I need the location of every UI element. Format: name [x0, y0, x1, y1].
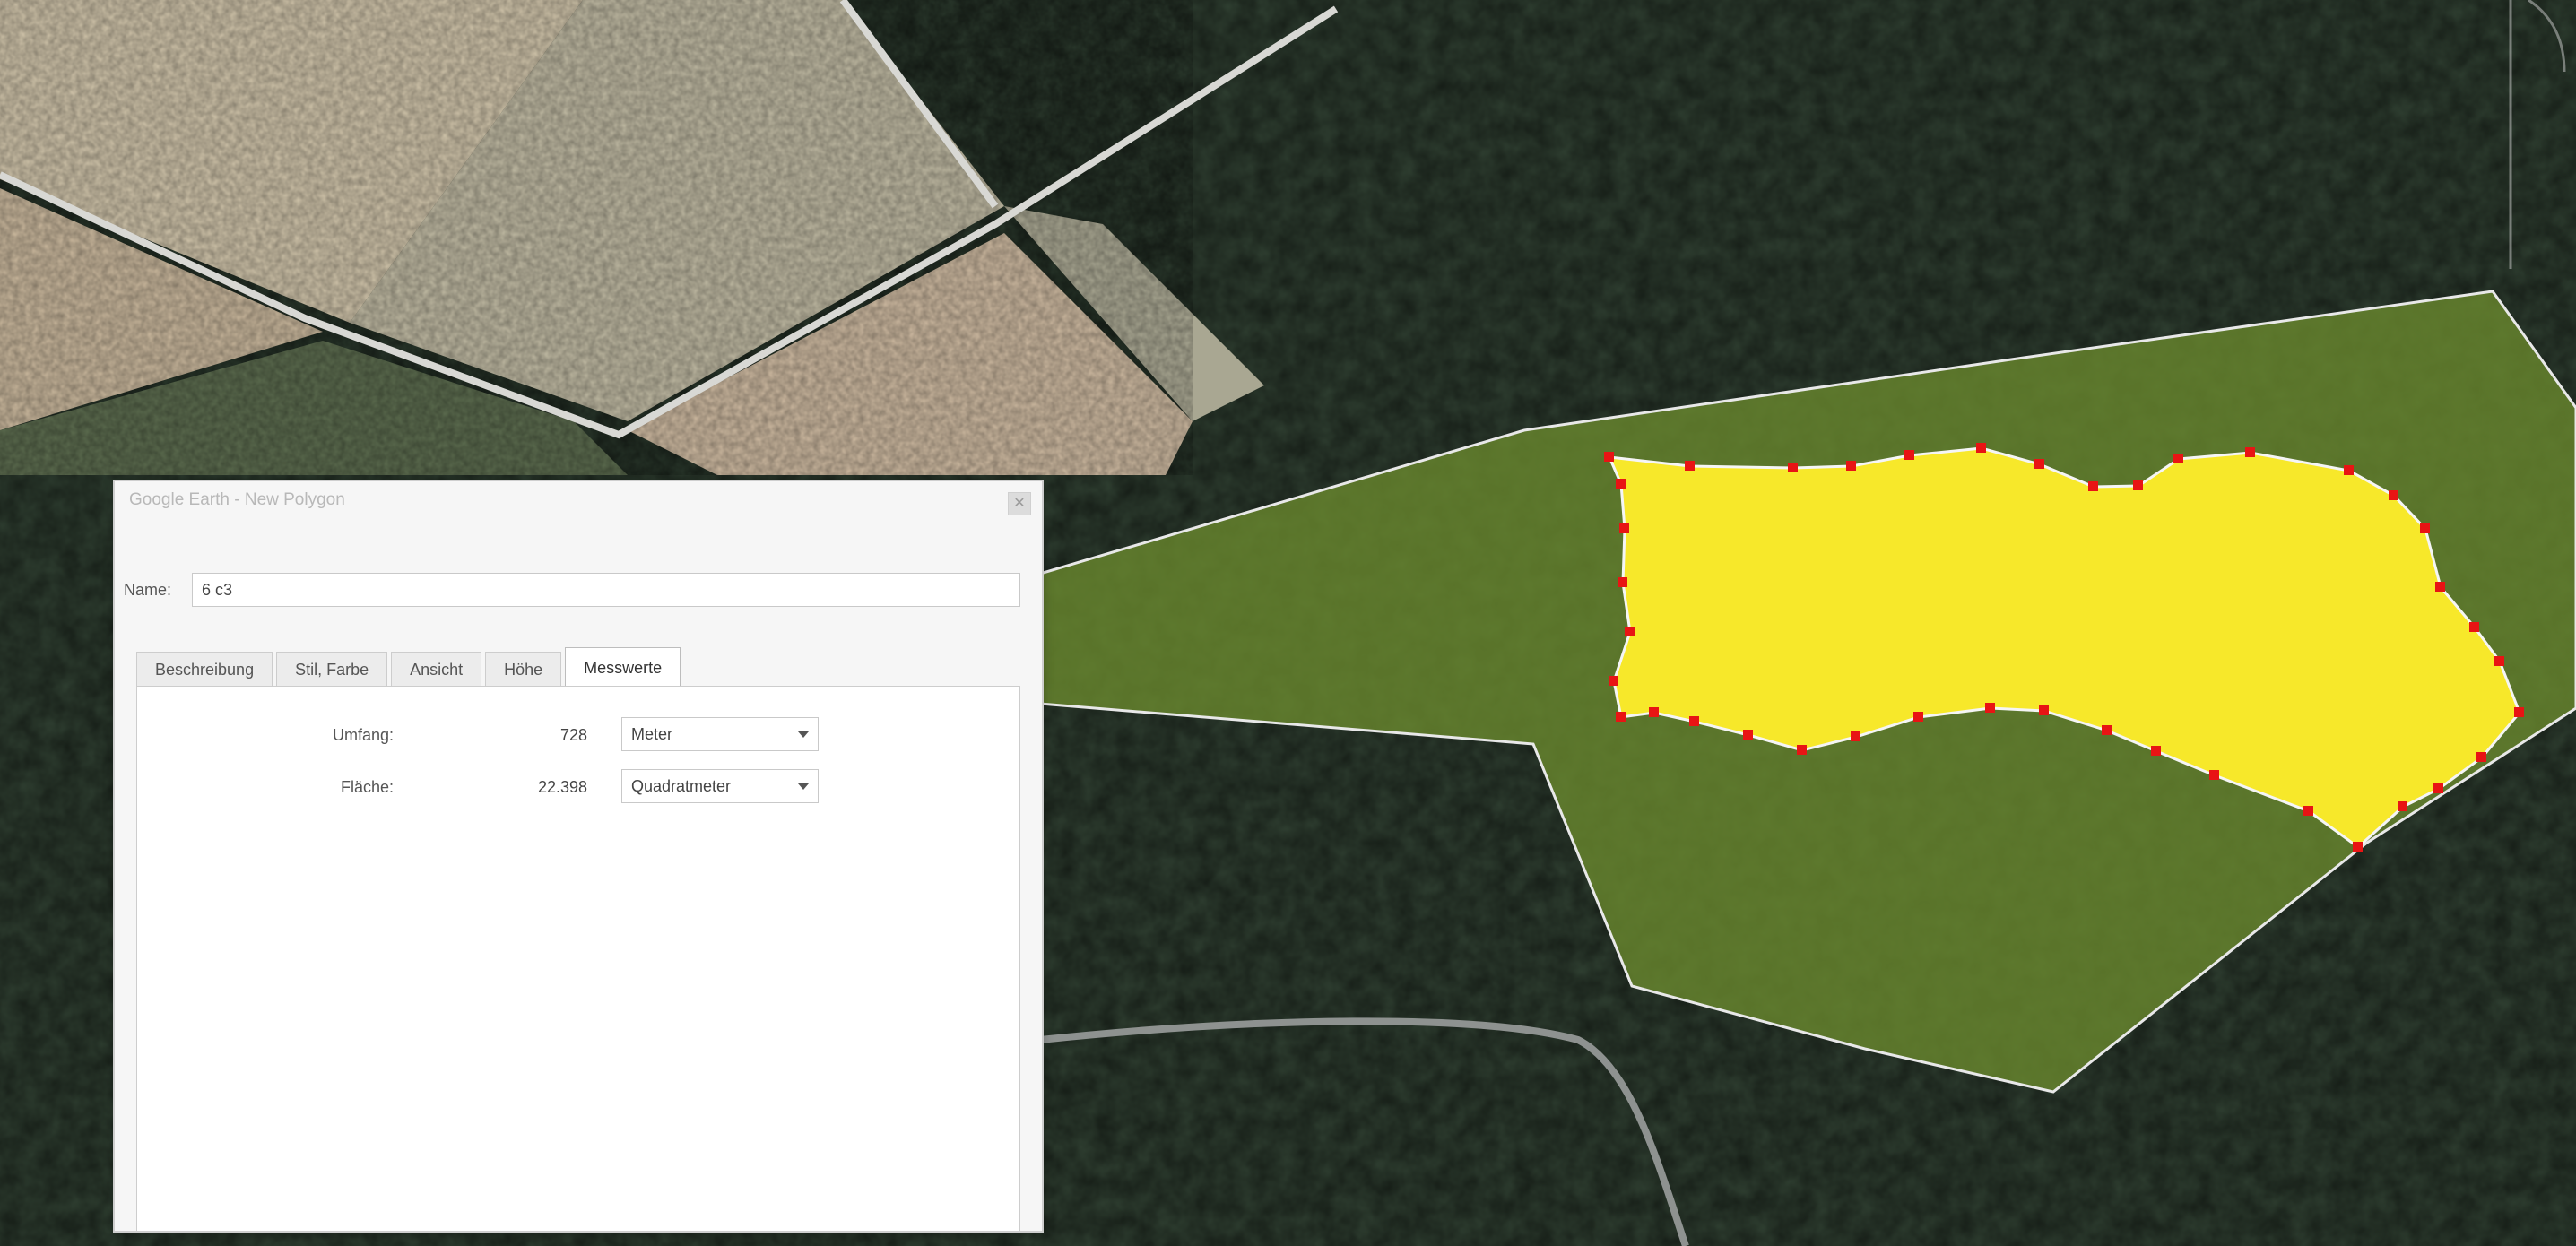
name-label: Name: — [124, 581, 172, 599]
perimeter-row: Umfang: 728 Meter — [137, 717, 1019, 753]
tab-ansicht[interactable]: Ansicht — [391, 652, 482, 686]
area-row: Fläche: 22.398 Quadratmeter — [137, 769, 1019, 805]
perimeter-value: 728 — [559, 726, 587, 744]
tab-stil-farbe[interactable]: Stil, Farbe — [276, 652, 388, 686]
chevron-down-icon — [798, 731, 809, 738]
tab-hoehe[interactable]: Höhe — [485, 652, 562, 686]
close-icon: ✕ — [1013, 496, 1026, 511]
chevron-down-icon — [798, 783, 809, 790]
tab-messwerte[interactable]: Messwerte — [565, 647, 681, 687]
measurements-panel: Umfang: 728 Meter Fläche: 22.398 Quadrat… — [136, 686, 1020, 1231]
area-unit-select[interactable]: Quadratmeter — [621, 769, 819, 803]
perimeter-unit-value: Meter — [631, 725, 673, 743]
dialog-tabs: Beschreibung Stil, Farbe Ansicht Höhe Me… — [136, 647, 684, 687]
dialog-title: Google Earth - New Polygon — [129, 490, 345, 509]
area-value: 22.398 — [537, 778, 587, 796]
tab-beschreibung[interactable]: Beschreibung — [136, 652, 273, 686]
close-button[interactable]: ✕ — [1008, 492, 1031, 515]
perimeter-label: Umfang: — [332, 726, 394, 744]
new-polygon-dialog: Google Earth - New Polygon ✕ Name: Besch… — [113, 480, 1044, 1233]
dialog-titlebar[interactable]: Google Earth - New Polygon ✕ — [115, 481, 1042, 521]
perimeter-unit-select[interactable]: Meter — [621, 717, 819, 751]
field-texture — [0, 0, 1193, 475]
area-unit-value: Quadratmeter — [631, 777, 732, 795]
area-label: Fläche: — [340, 778, 394, 796]
name-input[interactable] — [192, 573, 1020, 607]
name-row: Name: — [124, 573, 1020, 609]
